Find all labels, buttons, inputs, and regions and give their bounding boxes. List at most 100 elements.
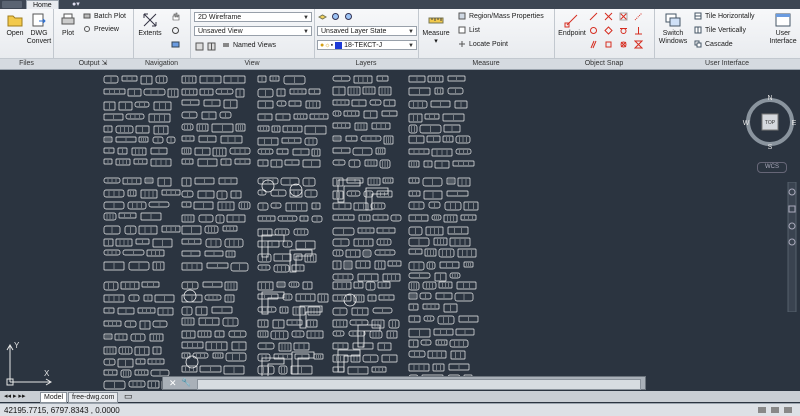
layer-match-icon[interactable]	[331, 12, 340, 21]
tile-horizontally-button[interactable]: Tile Horizontally	[694, 12, 755, 22]
furniture-block	[215, 88, 234, 95]
furniture-block	[139, 320, 151, 330]
furniture-block	[332, 75, 351, 82]
furniture-block	[358, 214, 371, 222]
viewcube-top-label[interactable]: TOP	[765, 120, 776, 126]
furniture-block	[150, 147, 168, 155]
perpendicular-snap-icon[interactable]	[634, 26, 643, 35]
navigation-bar[interactable]	[786, 182, 798, 312]
furniture-block	[103, 380, 126, 390]
viewport-config-icon[interactable]	[207, 42, 216, 51]
viewport-icon[interactable]	[195, 42, 204, 51]
locate-point-button[interactable]: Locate Point	[458, 40, 508, 50]
furniture-block	[408, 160, 420, 168]
furniture-block	[204, 250, 224, 257]
named-views-button[interactable]: Named Views	[222, 41, 276, 51]
furniture-block	[295, 240, 316, 250]
application-menu-icon[interactable]	[2, 1, 22, 8]
command-input[interactable]	[197, 379, 641, 390]
layer-previous-icon[interactable]	[344, 12, 353, 21]
furniture-block	[455, 135, 471, 144]
orbit-icon[interactable]	[171, 26, 180, 35]
cascade-button[interactable]: Cascade	[694, 40, 733, 50]
measure-button[interactable]: Measure ▾	[421, 11, 451, 46]
parallel-snap-icon[interactable]	[589, 40, 598, 49]
furniture-block	[332, 342, 349, 350]
furniture-block	[379, 159, 391, 169]
dwg-convert-button[interactable]: DWG Convert	[24, 11, 54, 46]
furniture-block	[408, 237, 430, 247]
preview-icon	[84, 26, 90, 33]
layer-properties-icon[interactable]	[318, 12, 327, 21]
furniture-block	[181, 75, 197, 84]
intersection-snap-icon[interactable]	[604, 12, 613, 21]
viewcube[interactable]: TOP N S W E	[742, 94, 798, 150]
furniture-block	[127, 88, 142, 97]
plot-button[interactable]: Plot	[53, 11, 83, 38]
furniture-block	[408, 148, 430, 155]
close-icon[interactable]: ✕	[169, 378, 177, 389]
ucs-y-label: Y	[14, 341, 20, 350]
furniture-block	[120, 369, 132, 378]
endpoint-button[interactable]: Endpoint	[557, 11, 587, 38]
apparent-intersection-icon[interactable]	[619, 12, 628, 21]
center-snap-icon[interactable]	[589, 26, 598, 35]
ribbon-options-icon[interactable]: ●▾	[66, 0, 86, 9]
furniture-block	[332, 159, 346, 166]
wcs-menu[interactable]: WCS	[757, 162, 787, 173]
compass-n[interactable]: N	[767, 95, 772, 102]
status-tray-icons[interactable]	[756, 406, 796, 414]
furniture-block	[103, 189, 125, 198]
panel-expand-icon[interactable]: ⇲	[102, 60, 108, 67]
furniture-block	[305, 100, 321, 109]
furniture-block	[257, 264, 271, 271]
midpoint-snap-icon[interactable]	[589, 12, 598, 21]
list-button[interactable]: List	[458, 26, 480, 36]
panel-layers: Unsaved Layer State ▼ ●☼▪ 18-ТЕКСТ-J ▼ Laye…	[314, 9, 419, 69]
chevron-down-icon: ▼	[303, 15, 309, 21]
furniture-block	[439, 261, 460, 269]
furniture-block	[443, 303, 458, 313]
preview-button[interactable]: Preview	[83, 25, 119, 35]
drawing-canvas[interactable]	[0, 70, 800, 391]
compass-w[interactable]: W	[743, 120, 750, 127]
layer-dropdown[interactable]: ●☼▪ 18-ТЕКСТ-J ▼	[317, 40, 417, 50]
compass-e[interactable]: E	[792, 120, 797, 127]
node-snap-icon[interactable]	[619, 40, 628, 49]
tab-nav-arrows-icon[interactable]: ◂◂ ▸ ▸▸	[4, 392, 25, 400]
tangent-snap-icon[interactable]	[619, 26, 628, 35]
tile-vertically-button[interactable]: Tile Vertically	[694, 26, 746, 36]
tab-layout[interactable]: free-dwg.com	[68, 392, 119, 403]
compass-s[interactable]: S	[768, 144, 773, 150]
furniture-block	[181, 238, 202, 245]
furniture-block	[152, 136, 164, 144]
tab-model[interactable]: Model	[40, 392, 68, 403]
status-bar: 42195.7715, 6797.8343 , 0.0000	[0, 403, 800, 416]
furniture-block	[225, 352, 247, 362]
furniture-block	[332, 260, 342, 270]
named-view-dropdown[interactable]: Unsaved View ▼	[194, 26, 312, 36]
furniture-block	[420, 339, 432, 346]
furniture-block	[455, 148, 472, 155]
furniture-block	[125, 113, 145, 120]
pan-hand-icon[interactable]	[171, 12, 180, 21]
furniture-block	[408, 135, 425, 144]
layer-state-dropdown[interactable]: Unsaved Layer State ▼	[317, 26, 417, 36]
extents-button[interactable]: Extents	[135, 11, 165, 38]
visual-style-dropdown[interactable]: 2D Wireframe ▼	[194, 12, 312, 22]
wrench-icon[interactable]: 🔧	[181, 378, 191, 387]
furniture-block	[257, 240, 280, 248]
zoom-extents-icon	[143, 13, 157, 27]
user-interface-button[interactable]: User Interface	[768, 11, 798, 46]
extension-snap-icon[interactable]	[634, 12, 643, 21]
furniture-block	[199, 75, 222, 84]
region-mass-properties-button[interactable]: Region/Mass Properties	[458, 12, 544, 22]
showmotion-icon[interactable]	[171, 40, 180, 49]
add-layout-icon[interactable]: ▭	[124, 391, 133, 402]
batch-plot-button[interactable]: Batch Plot	[83, 12, 126, 22]
quadrant-snap-icon[interactable]	[604, 26, 613, 35]
nearest-snap-icon[interactable]	[634, 40, 643, 49]
switch-windows-button[interactable]: Switch Windows	[658, 11, 688, 46]
insertion-snap-icon[interactable]	[604, 40, 613, 49]
furniture-block	[382, 273, 401, 282]
